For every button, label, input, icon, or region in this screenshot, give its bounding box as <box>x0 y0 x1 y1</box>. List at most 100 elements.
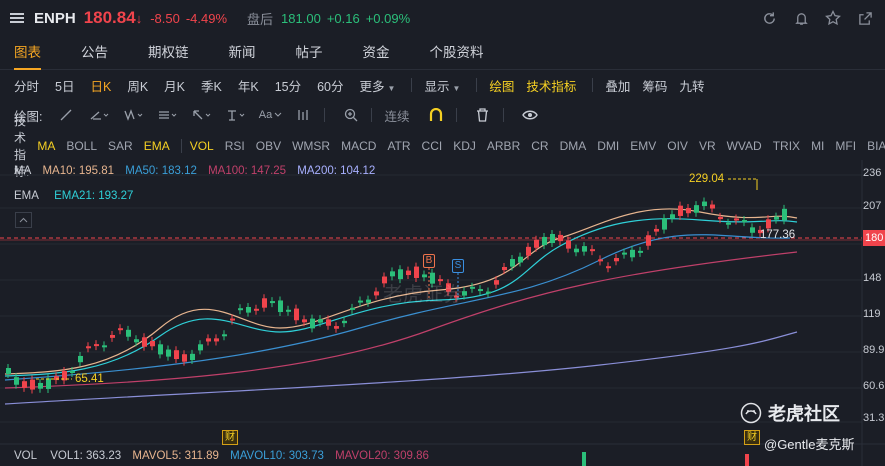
candle-body <box>230 318 235 321</box>
y-tick: 119 <box>863 308 881 320</box>
candle-body <box>598 259 603 262</box>
text-tool-icon[interactable]: Aa <box>256 106 284 124</box>
candle-body <box>414 266 419 278</box>
candle-body <box>478 289 483 292</box>
indicator-dma[interactable]: DMA <box>560 139 587 153</box>
indicator-emv[interactable]: EMV <box>630 139 656 153</box>
tab-capital-flow[interactable]: 资金 <box>363 36 390 70</box>
indicator-trix[interactable]: TRIX <box>773 139 800 153</box>
eye-icon[interactable] <box>516 106 544 124</box>
share-icon[interactable] <box>857 10 873 26</box>
y-tick: 89.9 <box>863 344 885 356</box>
trash-icon[interactable] <box>469 106 497 124</box>
indicator-sar[interactable]: SAR <box>108 139 133 153</box>
collapse-legend-button[interactable] <box>15 212 32 228</box>
indicator-boll[interactable]: BOLL <box>66 139 97 153</box>
kline-chart[interactable]: MA MA10: 195.81 MA50: 183.12 MA100: 147.… <box>0 160 885 466</box>
tech-indicator-toggle[interactable]: 技术指标 <box>526 76 576 95</box>
measure-tool-icon[interactable] <box>290 106 318 124</box>
candle-body <box>734 218 739 221</box>
indicator-cci[interactable]: CCI <box>422 139 443 153</box>
arrow-tool-icon[interactable] <box>188 106 216 124</box>
period-monthly[interactable]: 月K <box>164 76 185 95</box>
candle-body <box>774 216 779 220</box>
tab-stock-profile[interactable]: 个股资料 <box>430 36 484 70</box>
candle-body <box>646 235 651 246</box>
buy-marker[interactable]: B <box>423 254 435 268</box>
candle-body <box>94 344 99 347</box>
menu-icon[interactable] <box>10 13 24 23</box>
after-hours-label: 盘后 <box>247 11 274 27</box>
earnings-marker[interactable]: 财 <box>222 430 238 445</box>
period-daily[interactable]: 日K <box>90 76 111 95</box>
tab-news[interactable]: 新闻 <box>229 36 256 70</box>
candle-body <box>726 222 731 225</box>
candle-body <box>518 256 523 263</box>
period-weekly[interactable]: 周K <box>127 76 148 95</box>
candle-body <box>142 337 147 347</box>
candle-body <box>710 204 715 209</box>
period-5day[interactable]: 5日 <box>55 76 74 95</box>
candle-body <box>662 218 667 230</box>
tab-posts[interactable]: 帖子 <box>296 36 323 70</box>
zoom-in-icon[interactable] <box>337 106 365 124</box>
indicator-atr[interactable]: ATR <box>387 139 410 153</box>
candle-body <box>766 219 771 229</box>
divider <box>502 108 504 122</box>
bell-icon[interactable] <box>793 10 809 26</box>
indicator-vr[interactable]: VR <box>699 139 716 153</box>
indicator-kdj[interactable]: KDJ <box>453 139 476 153</box>
refresh-icon[interactable] <box>761 10 777 26</box>
magnet-icon[interactable] <box>422 106 450 124</box>
indicator-macd[interactable]: MACD <box>341 139 376 153</box>
indicator-mi[interactable]: MI <box>811 139 824 153</box>
indicator-mfi[interactable]: MFI <box>835 139 856 153</box>
chips-button[interactable]: 筹码 <box>642 76 667 95</box>
indicator-rsi[interactable]: RSI <box>225 139 245 153</box>
overlay-button[interactable]: 叠加 <box>605 76 630 95</box>
candle-body <box>718 216 723 220</box>
indicator-wmsr[interactable]: WMSR <box>292 139 330 153</box>
channel-tool-icon[interactable] <box>154 106 182 124</box>
continuous-draw-toggle[interactable]: 连续 <box>384 106 409 125</box>
indicator-oiv[interactable]: OIV <box>667 139 688 153</box>
tab-announcements[interactable]: 公告 <box>81 36 108 70</box>
wave-tool-icon[interactable] <box>120 106 148 124</box>
tab-chart[interactable]: 图表 <box>14 36 41 70</box>
period-quarterly[interactable]: 季K <box>201 76 222 95</box>
draw-toggle[interactable]: 绘图 <box>489 76 514 95</box>
nine-turn-button[interactable]: 九转 <box>679 76 704 95</box>
candle-body <box>22 381 27 388</box>
line-tool-icon[interactable] <box>52 106 80 124</box>
sell-marker[interactable]: S <box>452 259 464 273</box>
indicator-wvad[interactable]: WVAD <box>727 139 762 153</box>
after-hours-pct: +0.09% <box>365 10 411 26</box>
earnings-marker[interactable]: 财 <box>744 430 760 445</box>
indicator-dmi[interactable]: DMI <box>597 139 619 153</box>
indicator-arbr[interactable]: ARBR <box>487 139 520 153</box>
period-yearly[interactable]: 年K <box>238 76 259 95</box>
indicator-obv[interactable]: OBV <box>256 139 281 153</box>
period-intraday[interactable]: 分时 <box>14 76 39 95</box>
period-more-dropdown[interactable]: 更多 ▼ <box>360 76 396 95</box>
period-15min[interactable]: 15分 <box>275 76 301 95</box>
indicator-ma[interactable]: MA <box>37 139 55 153</box>
last-price: 180.84↓ <box>83 8 143 27</box>
candle-body <box>174 350 179 360</box>
tab-options-chain[interactable]: 期权链 <box>148 36 189 70</box>
indicator-ema[interactable]: EMA <box>144 139 170 153</box>
indicator-cr[interactable]: CR <box>531 139 548 153</box>
vertical-line-tool-icon[interactable] <box>222 106 250 124</box>
star-icon[interactable] <box>825 10 841 26</box>
candle-body <box>318 319 323 323</box>
indicator-vol[interactable]: VOL <box>190 139 214 153</box>
main-tabs: 图表 公告 期权链 新闻 帖子 资金 个股资料 <box>0 36 885 70</box>
period-60min[interactable]: 60分 <box>317 76 343 95</box>
indicator-bias[interactable]: BIAS <box>867 139 885 153</box>
candle-body <box>6 368 11 374</box>
trendline-tool-icon[interactable] <box>86 106 114 124</box>
y-tick: 148 <box>863 272 882 284</box>
candle-body <box>222 334 227 337</box>
display-dropdown[interactable]: 显示 ▼ <box>424 76 460 95</box>
divider <box>180 139 182 153</box>
